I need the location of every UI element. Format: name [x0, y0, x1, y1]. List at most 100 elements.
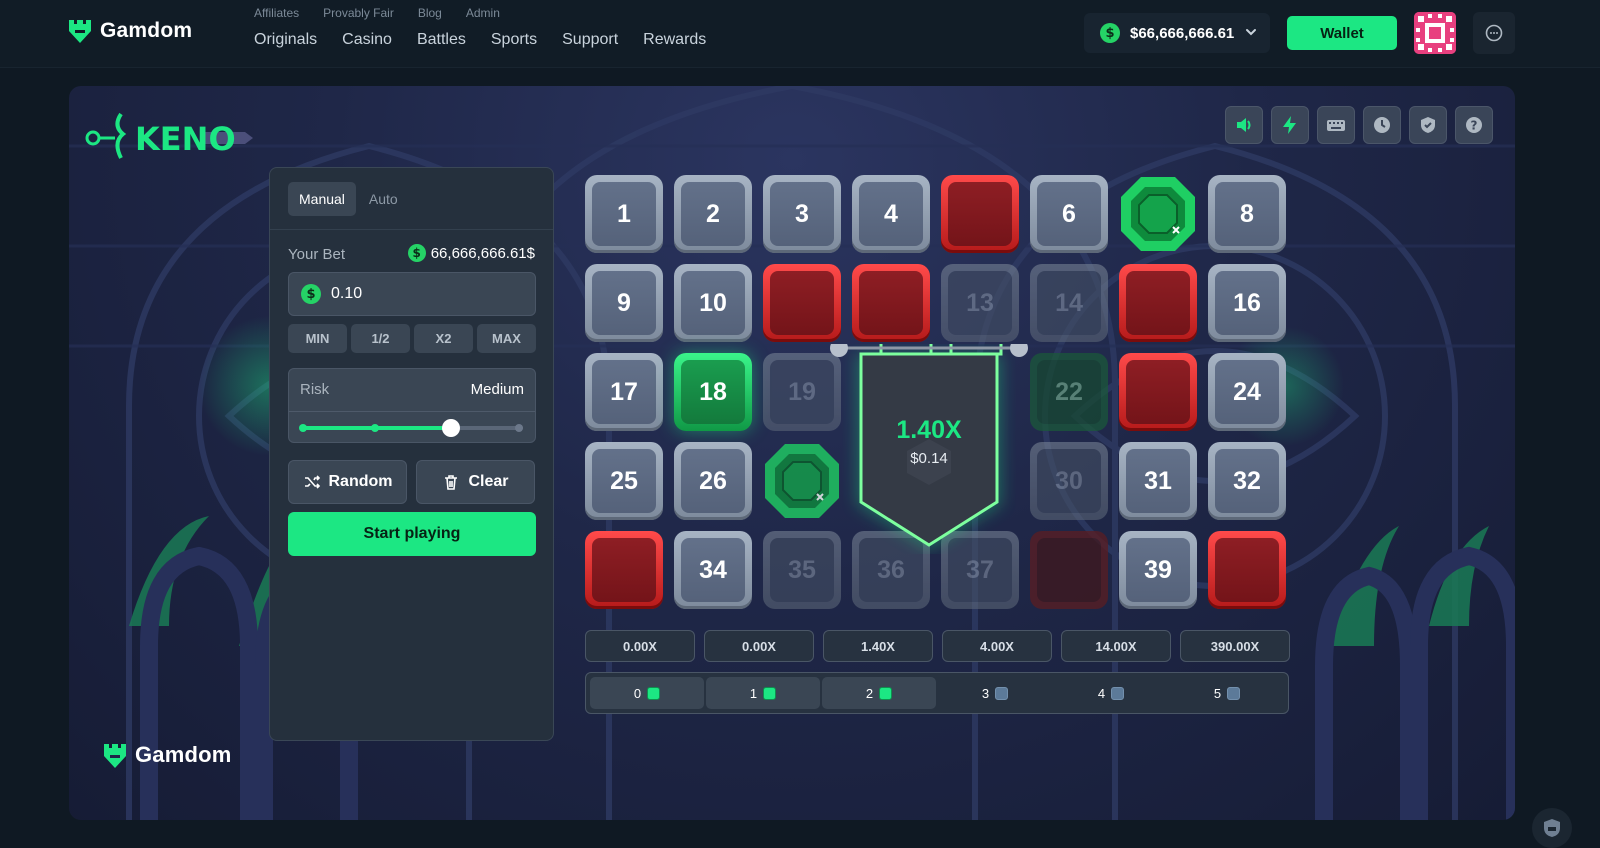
keno-tile[interactable]: 13	[941, 264, 1019, 342]
bet-amount-field[interactable]: $	[288, 272, 536, 316]
history-button[interactable]	[1363, 106, 1401, 144]
keno-tile[interactable]: 39	[1119, 531, 1197, 609]
keno-tile[interactable]: 16	[1208, 264, 1286, 342]
keno-tile[interactable]	[585, 531, 663, 609]
keno-tile[interactable]: 4	[852, 175, 930, 253]
shuffle-icon	[304, 475, 320, 489]
tile-number	[592, 538, 656, 602]
nav-originals[interactable]: Originals	[254, 31, 317, 49]
nav-blog[interactable]: Blog	[418, 6, 442, 20]
bet-amount-input[interactable]	[331, 285, 511, 303]
nav-sports[interactable]: Sports	[491, 31, 537, 49]
tile-number	[1126, 271, 1190, 335]
random-label: Random	[328, 473, 393, 490]
hit-count-label: 5	[1213, 685, 1222, 701]
tile-number: 31	[1126, 449, 1190, 513]
keno-tile[interactable]: 22	[1030, 353, 1108, 431]
footer-brand: Gamdom	[103, 742, 232, 768]
keno-tile[interactable]: 24	[1208, 353, 1286, 431]
keno-tile[interactable]: 9	[585, 264, 663, 342]
castle-logo-icon	[103, 742, 127, 768]
keno-tile[interactable]: 26	[674, 442, 752, 520]
hotkeys-button[interactable]	[1317, 106, 1355, 144]
balance-selector[interactable]: $ $66,666,666.61	[1084, 13, 1270, 53]
nav-casino[interactable]: Casino	[342, 31, 392, 49]
tile-number	[1037, 538, 1101, 602]
nav-battles[interactable]: Battles	[417, 31, 466, 49]
keno-tile[interactable]	[941, 175, 1019, 253]
tile-number: 13	[948, 271, 1012, 335]
tile-number: 2	[681, 182, 745, 246]
max-button[interactable]: MAX	[477, 324, 536, 353]
avatar[interactable]	[1414, 12, 1456, 54]
keno-tile[interactable]	[1119, 353, 1197, 431]
tile-number	[1126, 360, 1190, 424]
tab-manual[interactable]: Manual	[288, 182, 356, 216]
nav-rewards[interactable]: Rewards	[643, 31, 706, 49]
tile-number: 9	[592, 271, 656, 335]
chat-button[interactable]	[1473, 12, 1515, 54]
random-button[interactable]: Random	[288, 460, 407, 504]
keno-tile[interactable]: 30	[1030, 442, 1108, 520]
help-button[interactable]: ?	[1455, 106, 1493, 144]
footer-brand-name: Gamdom	[135, 742, 232, 767]
balance-amount: $66,666,666.61	[1130, 24, 1235, 42]
keno-tile[interactable]	[1208, 531, 1286, 609]
keno-tile[interactable]: 18	[674, 353, 752, 431]
instant-button[interactable]	[1271, 106, 1309, 144]
dollar-coin-icon: $	[1100, 23, 1120, 43]
tile-number	[1215, 538, 1279, 602]
keno-tile[interactable]: 2	[674, 175, 752, 253]
keno-tile[interactable]: 3	[763, 175, 841, 253]
keno-tile[interactable]: 10	[674, 264, 752, 342]
keno-tile[interactable]	[1030, 531, 1108, 609]
tile-number: 6	[1037, 182, 1101, 246]
hit-square-icon	[1111, 686, 1125, 700]
nav-admin[interactable]: Admin	[466, 6, 500, 20]
half-button[interactable]: 1/2	[351, 324, 410, 353]
keno-tile[interactable]: 32	[1208, 442, 1286, 520]
bet-balance: $ 66,666,666.61$	[407, 244, 535, 262]
trash-icon	[445, 475, 458, 490]
nav-affiliates[interactable]: Affiliates	[254, 6, 299, 20]
keno-tile[interactable]: 31	[1119, 442, 1197, 520]
keno-tile[interactable]: 17	[585, 353, 663, 431]
bet-balance-amount: 66,666,666.61$	[430, 244, 535, 262]
payout-1: 0.00X	[704, 630, 814, 662]
keno-tile[interactable]: 34	[674, 531, 752, 609]
sound-button[interactable]	[1225, 106, 1263, 144]
keno-tile[interactable]: 8	[1208, 175, 1286, 253]
payout-0: 0.00X	[585, 630, 695, 662]
clear-label: Clear	[468, 473, 509, 490]
hit-count: 0	[590, 677, 704, 709]
top-nav: Gamdom Affiliates Provably Fair Blog Adm…	[0, 0, 1600, 68]
keno-tile[interactable]	[852, 264, 930, 342]
payout-3: 4.00X	[942, 630, 1052, 662]
double-button[interactable]: X2	[414, 324, 473, 353]
payout-row: 0.00X 0.00X 1.40X 4.00X 14.00X 390.00X	[585, 630, 1290, 662]
keno-tile[interactable]: 14	[1030, 264, 1108, 342]
nav-support[interactable]: Support	[562, 31, 618, 49]
risk-stop-medium-low	[371, 424, 379, 432]
keno-tile[interactable]: 1	[585, 175, 663, 253]
risk-slider-thumb[interactable]	[442, 419, 461, 437]
keno-tile[interactable]: 6	[1030, 175, 1108, 253]
tile-number: 25	[592, 449, 656, 513]
clear-button[interactable]: Clear	[416, 460, 535, 504]
risk-slider[interactable]	[299, 419, 523, 437]
chevron-down-icon	[1246, 29, 1256, 36]
nav-provably-fair[interactable]: Provably Fair	[323, 6, 394, 20]
keno-tile[interactable]	[763, 264, 841, 342]
keno-tile[interactable]	[1119, 264, 1197, 342]
min-button[interactable]: MIN	[288, 324, 347, 353]
hit-count-label: 0	[633, 685, 642, 701]
fairness-button[interactable]	[1409, 106, 1447, 144]
support-widget-icon[interactable]	[1532, 808, 1572, 848]
hit-count: 1	[706, 677, 820, 709]
keno-tile[interactable]	[1119, 175, 1197, 253]
wallet-button[interactable]: Wallet	[1287, 16, 1397, 50]
tab-auto[interactable]: Auto	[358, 182, 409, 216]
keno-tile[interactable]: 25	[585, 442, 663, 520]
brand-logo[interactable]: Gamdom	[68, 18, 192, 44]
start-playing-button[interactable]: Start playing	[288, 512, 536, 556]
